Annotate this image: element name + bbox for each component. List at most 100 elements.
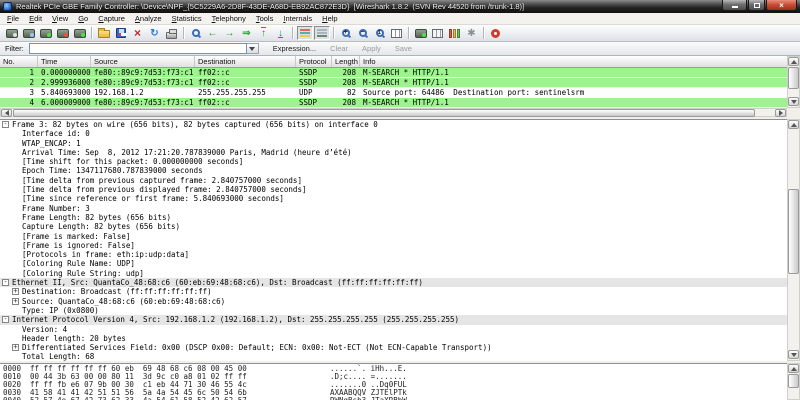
horizontal-scrollbar[interactable] [0, 108, 787, 117]
filter-input[interactable] [28, 43, 247, 54]
preferences-icon[interactable] [463, 26, 480, 41]
menu-capture[interactable]: Capture [93, 13, 130, 24]
vscroll-thumb[interactable] [788, 189, 799, 274]
clear-button[interactable]: Clear [330, 44, 348, 53]
tree-row[interactable]: Frame Length: 82 bytes (656 bits) [0, 213, 787, 222]
scroll-up-button[interactable] [788, 120, 799, 129]
packet-row-1[interactable]: 1 0.000000000 fe80::89c9:7d53:f73:c1 ff0… [0, 68, 787, 78]
apply-button[interactable]: Apply [362, 44, 381, 53]
go-to-packet-icon[interactable] [238, 26, 255, 41]
column-header-destination[interactable]: Destination [195, 56, 296, 67]
help-icon[interactable] [487, 26, 504, 41]
list-interfaces-icon[interactable] [3, 26, 20, 41]
vscroll-thumb[interactable] [788, 67, 799, 89]
zoom-out-icon[interactable] [354, 26, 371, 41]
tree-row[interactable]: [Time delta from previous displayed fram… [0, 185, 787, 194]
menu-go[interactable]: Go [73, 13, 93, 24]
tree-row-frame[interactable]: Frame 3: 82 bytes on wire (656 bits), 82… [0, 120, 787, 129]
tree-row-ipv4[interactable]: Internet Protocol Version 4, Src: 192.16… [0, 315, 787, 325]
menu-telephony[interactable]: Telephony [207, 13, 251, 24]
packet-row-4[interactable]: 4 6.000009000 fe80::89c9:7d53:f73:c1 ff0… [0, 98, 787, 108]
autoscroll-toggle-icon[interactable] [313, 26, 330, 41]
resize-columns-icon[interactable] [388, 26, 405, 41]
tree-row[interactable]: Type: IP (0x0800) [0, 306, 787, 315]
go-to-top-icon[interactable] [255, 26, 272, 41]
tree-row[interactable]: Epoch Time: 1347117680.787839000 seconds [0, 166, 787, 175]
expander-plus-icon[interactable] [12, 288, 19, 296]
scroll-down-button[interactable] [788, 350, 799, 359]
open-file-icon[interactable] [95, 26, 112, 41]
tree-row[interactable]: Source: QuantaCo_48:68:c6 (60:eb:69:48:6… [0, 297, 787, 306]
column-header-length[interactable]: Length [332, 56, 360, 67]
save-icon[interactable] [112, 26, 129, 41]
details-scrollbar[interactable] [787, 119, 800, 361]
tree-row[interactable]: Capture Length: 82 bytes (656 bits) [0, 222, 787, 231]
tree-row[interactable]: [Time shift for this packet: 0.000000000… [0, 157, 787, 166]
filter-dropdown-button[interactable] [246, 43, 259, 54]
scroll-up-button[interactable] [788, 364, 799, 373]
tree-row[interactable]: Differentiated Services Field: 0x00 (DSC… [0, 343, 787, 352]
tree-row[interactable]: [Time since reference or first frame: 5.… [0, 194, 787, 203]
expander-plus-icon[interactable] [12, 344, 19, 352]
scroll-right-button[interactable] [775, 108, 786, 117]
expander-plus-icon[interactable] [12, 297, 19, 305]
go-forward-icon[interactable] [221, 26, 238, 41]
menu-help[interactable]: Help [317, 13, 342, 24]
tree-row[interactable]: [Time delta from previous captured frame… [0, 176, 787, 185]
column-header-source[interactable]: Source [91, 56, 195, 67]
column-header-info[interactable]: Info [360, 56, 787, 67]
vscroll-thumb[interactable] [788, 374, 799, 388]
packet-row-2[interactable]: 2 2.999936000 fe80::89c9:7d53:f73:c1 ff0… [0, 78, 787, 88]
menu-tools[interactable]: Tools [251, 13, 279, 24]
reload-icon[interactable] [146, 26, 163, 41]
save-filter-button[interactable]: Save [395, 44, 412, 53]
tree-row[interactable]: Frame Number: 3 [0, 204, 787, 213]
minimize-button[interactable] [722, 0, 747, 11]
tree-row[interactable]: WTAP_ENCAP: 1 [0, 139, 787, 148]
scroll-up-button[interactable] [788, 57, 799, 66]
display-filter-icon[interactable] [429, 26, 446, 41]
tree-row[interactable]: Interface id: 0 [0, 129, 787, 138]
menu-statistics[interactable]: Statistics [167, 13, 207, 24]
expression-button[interactable]: Expression... [273, 44, 316, 53]
menu-view[interactable]: View [47, 13, 73, 24]
tree-row[interactable]: [Frame is ignored: False] [0, 241, 787, 250]
expander-minus-icon[interactable] [2, 121, 9, 129]
menu-file[interactable]: File [2, 13, 24, 24]
tree-row[interactable]: [Coloring Rule String: udp] [0, 269, 787, 278]
column-header-protocol[interactable]: Protocol [296, 56, 332, 67]
print-icon[interactable] [163, 26, 180, 41]
capture-start-icon[interactable] [37, 26, 54, 41]
tree-row[interactable]: [Frame is marked: False] [0, 232, 787, 241]
tree-row[interactable]: Destination: Broadcast (ff:ff:ff:ff:ff:f… [0, 287, 787, 296]
zoom-100-icon[interactable] [371, 26, 388, 41]
capture-options-icon[interactable] [20, 26, 37, 41]
packet-row-3[interactable]: 3 5.840693000 192.168.1.2 255.255.255.25… [0, 88, 787, 98]
maximize-button[interactable] [748, 0, 765, 11]
find-packet-icon[interactable] [187, 26, 204, 41]
tree-row[interactable]: [Coloring Rule Name: UDP] [0, 259, 787, 268]
menu-analyze[interactable]: Analyze [130, 13, 167, 24]
tree-row-ethernet[interactable]: Ethernet II, Src: QuantaCo_48:68:c6 (60:… [0, 278, 787, 288]
column-header-time[interactable]: Time [38, 56, 91, 67]
capture-stop-icon[interactable] [54, 26, 71, 41]
expander-minus-icon[interactable] [2, 279, 9, 287]
tree-row[interactable]: Arrival Time: Sep 8, 2012 17:21:20.78783… [0, 148, 787, 157]
expander-minus-icon[interactable] [2, 316, 9, 324]
go-back-icon[interactable] [204, 26, 221, 41]
packet-list-scrollbar[interactable] [787, 56, 800, 108]
tree-row[interactable]: Header length: 20 bytes [0, 334, 787, 343]
tree-row[interactable]: Version: 4 [0, 325, 787, 334]
menu-edit[interactable]: Edit [24, 13, 47, 24]
close-capture-icon[interactable] [129, 26, 146, 41]
scroll-down-button[interactable] [788, 97, 799, 106]
tree-row[interactable]: [Protocols in frame: eth:ip:udp:data] [0, 250, 787, 259]
column-header-no[interactable]: No. [0, 56, 38, 67]
zoom-in-icon[interactable] [337, 26, 354, 41]
go-to-bottom-icon[interactable] [272, 26, 289, 41]
coloring-rules-icon[interactable] [446, 26, 463, 41]
close-button[interactable]: × [766, 0, 797, 11]
tree-row[interactable]: Total Length: 68 [0, 352, 787, 361]
menu-internals[interactable]: Internals [278, 13, 317, 24]
scroll-left-button[interactable] [1, 108, 12, 117]
